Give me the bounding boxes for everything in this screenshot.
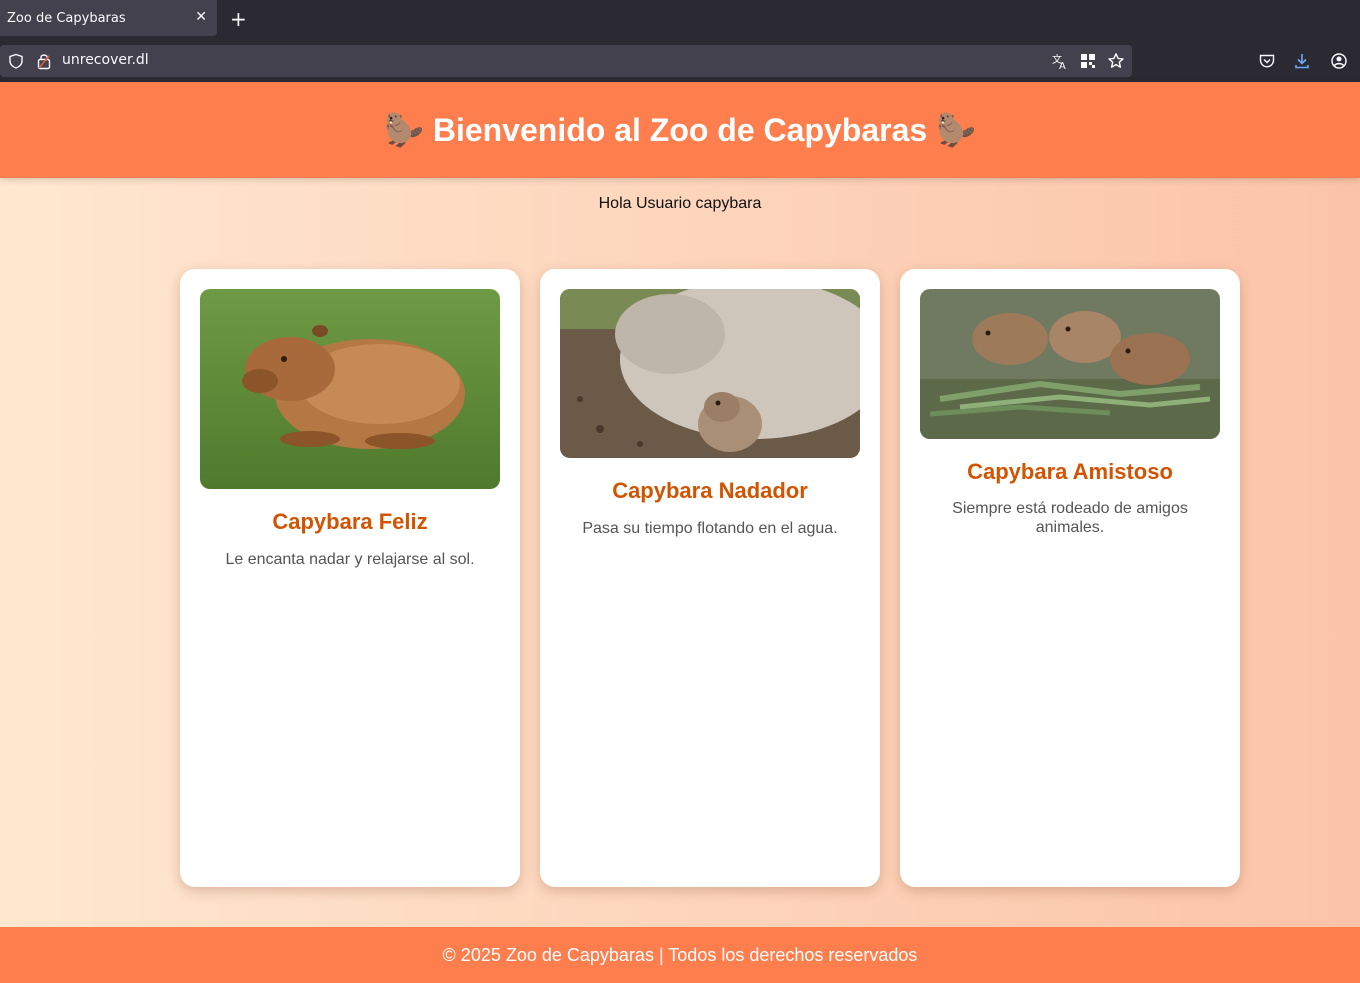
capybara-card: Capybara Nadador Pasa su tiempo flotando… xyxy=(540,269,880,887)
capybara-photo xyxy=(560,289,860,458)
lock-icon[interactable] xyxy=(36,52,52,70)
page-header: 🦫 Bienvenido al Zoo de Capybaras 🦫 xyxy=(0,82,1360,178)
page-body: 🦫 Bienvenido al Zoo de Capybaras 🦫 Hola … xyxy=(0,82,1360,983)
capybara-photo xyxy=(200,289,500,489)
pocket-icon[interactable] xyxy=(1258,52,1276,70)
url-text[interactable]: unrecover.dl xyxy=(62,52,149,68)
page-footer: © 2025 Zoo de Capybaras | Todos los dere… xyxy=(0,927,1360,983)
browser-navbar: unrecover.dl 文 A xyxy=(0,41,1360,82)
footer-text: © 2025 Zoo de Capybaras | Todos los dere… xyxy=(442,944,918,965)
capybara-photo xyxy=(920,289,1220,439)
address-bar[interactable]: unrecover.dl 文 A xyxy=(0,45,1132,77)
page-title: 🦫 Bienvenido al Zoo de Capybaras 🦫 xyxy=(384,112,976,148)
card-description: Pasa su tiempo flotando en el agua. xyxy=(582,520,838,537)
close-icon[interactable]: ✕ xyxy=(195,9,207,25)
capybara-card: Capybara Feliz Le encanta nadar y relaja… xyxy=(180,269,520,887)
tab-title: Zoo de Capybaras xyxy=(7,10,126,26)
qr-code-icon[interactable] xyxy=(1079,52,1097,70)
greeting-text: Hola Usuario capybara xyxy=(598,195,762,212)
bookmark-star-icon[interactable] xyxy=(1107,52,1125,70)
card-description: Le encanta nadar y relajarse al sol. xyxy=(225,551,475,568)
card-title: Capybara Amistoso xyxy=(967,459,1173,484)
browser-tab[interactable]: Zoo de Capybaras ✕ xyxy=(0,0,217,36)
capybara-card: Capybara Amistoso Siempre está rodeado d… xyxy=(900,269,1240,887)
card-title: Capybara Nadador xyxy=(612,478,808,503)
new-tab-button[interactable]: + xyxy=(230,7,247,31)
browser-tabbar: Zoo de Capybaras ✕ + xyxy=(0,0,1360,41)
svg-text:A: A xyxy=(1059,61,1066,70)
account-icon[interactable] xyxy=(1330,52,1348,70)
shield-icon[interactable] xyxy=(8,53,24,69)
card-title: Capybara Feliz xyxy=(272,509,428,534)
translate-icon[interactable]: 文 A xyxy=(1051,52,1069,70)
card-description: Siempre está rodeado de amigos animales. xyxy=(952,500,1188,536)
download-icon[interactable] xyxy=(1293,52,1311,70)
